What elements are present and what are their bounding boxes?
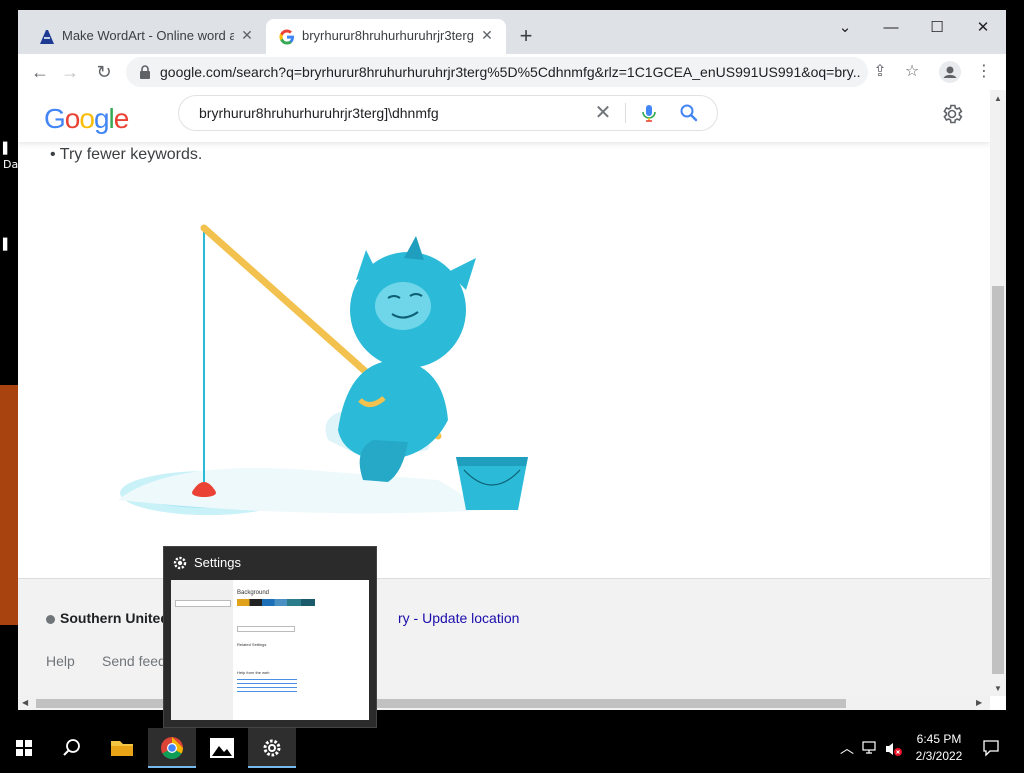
scroll-right-icon[interactable]: ▶: [976, 698, 982, 707]
thumb-related-settings: Related Settings: [237, 642, 267, 647]
close-tab-icon[interactable]: ✕: [478, 26, 496, 44]
clear-search-icon[interactable]: ✕: [591, 101, 615, 125]
file-explorer-icon[interactable]: [98, 728, 146, 768]
google-g-icon: [279, 29, 294, 45]
scroll-up-icon[interactable]: ▲: [994, 94, 1002, 103]
send-feedback-link[interactable]: Send feed: [102, 653, 166, 669]
show-hidden-icons-chevron[interactable]: ︿: [840, 738, 854, 758]
google-header: Google bryrhurur8hruhurhuruhrjr3terg]\dh…: [18, 90, 990, 142]
update-location-link[interactable]: ry - Update location: [398, 610, 519, 626]
settings-taskbar-preview[interactable]: Settings Background Related Settings Hel…: [163, 546, 377, 728]
thumb-links: [237, 677, 297, 693]
browser-toolbar: ← → ↻ google.com/search?q=bryrhurur8hruh…: [18, 54, 1006, 90]
suggestion-text: Try fewer keywords.: [59, 146, 203, 163]
scroll-left-icon[interactable]: ◀: [22, 698, 28, 707]
google-logo-letter: o: [64, 103, 81, 134]
url-text[interactable]: google.com/search?q=bryrhurur8hruhurhuru…: [160, 64, 860, 80]
close-window-button[interactable]: ✕: [960, 14, 1006, 42]
desktop-label-fragment: Da: [3, 158, 19, 171]
taskbar-clock[interactable]: 6:45 PM 2/3/2022: [900, 731, 978, 765]
windows-start-icon[interactable]: [0, 728, 48, 768]
wordart-icon: [40, 30, 54, 44]
settings-gear-icon: [263, 739, 281, 757]
desktop-icon-fragment: ▌: [3, 142, 12, 155]
vertical-scrollbar[interactable]: ▲ ▼: [990, 90, 1006, 696]
chrome-icon: [161, 737, 183, 759]
taskbar-settings-button[interactable]: [248, 728, 296, 768]
windows-taskbar: ︿ 6:45 PM 2/3/2022: [0, 728, 1024, 768]
fishing-yeti-illustration: [118, 224, 528, 515]
profile-avatar-icon[interactable]: [938, 60, 962, 84]
help-link[interactable]: Help: [46, 653, 75, 669]
preview-title: Settings: [194, 555, 241, 570]
notifications-icon[interactable]: [982, 739, 1000, 757]
reload-icon[interactable]: ↻: [92, 60, 116, 84]
google-logo-letter: o: [79, 103, 95, 134]
google-logo-letter: G: [44, 103, 66, 134]
settings-gear-icon: [173, 556, 187, 570]
thumb-help-web: Help from the web: [237, 670, 270, 675]
menu-kebab-icon[interactable]: ⋮: [972, 60, 996, 84]
microphone-icon[interactable]: [637, 101, 661, 125]
clock-time: 6:45 PM: [916, 732, 962, 746]
vertical-scroll-thumb[interactable]: [992, 286, 1004, 674]
taskbar-chrome-button[interactable]: [148, 728, 196, 768]
horizontal-scroll-thumb[interactable]: [36, 699, 846, 708]
photos-icon[interactable]: [198, 728, 246, 768]
tab-google-search[interactable]: bryrhurur8hruhurhuruhrjr3terg]\ ✕: [266, 19, 506, 54]
network-icon[interactable]: [862, 740, 880, 756]
address-bar[interactable]: google.com/search?q=bryrhurur8hruhurhuru…: [126, 57, 868, 87]
tab-make-wordart[interactable]: Make WordArt - Online word art ✕: [26, 19, 266, 54]
thumb-search: [175, 600, 231, 607]
back-arrow-icon[interactable]: ←: [28, 60, 52, 84]
forward-arrow-icon[interactable]: →: [58, 60, 82, 84]
search-divider: [625, 103, 626, 123]
suggestion-bullet: • Try fewer keywords.: [50, 146, 203, 163]
minimize-button[interactable]: —: [868, 14, 914, 42]
settings-gear-icon[interactable]: [940, 102, 964, 126]
thumb-dropdown: [237, 626, 295, 632]
share-icon[interactable]: ⇪: [868, 60, 892, 84]
search-input[interactable]: bryrhurur8hruhurhuruhrjr3terg]\dhnmfg: [199, 105, 439, 121]
search-box[interactable]: bryrhurur8hruhurhuruhrjr3terg]\dhnmfg ✕: [178, 95, 718, 131]
desktop-wallpaper-fragment: [0, 385, 18, 625]
google-logo[interactable]: Google: [44, 103, 130, 135]
tab-search-button[interactable]: ⌄: [822, 14, 868, 42]
tab-title: Make WordArt - Online word art: [62, 28, 234, 43]
thumb-background-swatches: [237, 599, 315, 606]
thumb-heading: Background: [237, 590, 270, 596]
google-logo-letter: g: [93, 103, 110, 134]
bookmark-star-icon[interactable]: ☆: [900, 60, 924, 84]
location-dot-icon: [46, 615, 55, 624]
clock-date: 2/3/2022: [915, 749, 963, 763]
google-logo-letter: e: [113, 103, 130, 134]
tab-strip: Make WordArt - Online word art ✕ bryrhur…: [18, 10, 1006, 54]
tab-title: bryrhurur8hruhurhuruhrjr3terg]\: [302, 28, 474, 43]
close-tab-icon[interactable]: ✕: [238, 26, 256, 44]
location-text: Southern United: [60, 610, 169, 626]
settings-window-thumbnail: Background Related Settings Help from th…: [171, 580, 369, 720]
search-icon[interactable]: [48, 728, 96, 768]
new-tab-button[interactable]: +: [514, 24, 538, 48]
scroll-down-icon[interactable]: ▼: [994, 684, 1002, 693]
maximize-button[interactable]: ☐: [914, 14, 960, 42]
search-icon[interactable]: [677, 101, 701, 125]
desktop-icon-fragment: ▌: [3, 238, 12, 251]
lock-icon[interactable]: [138, 65, 152, 79]
